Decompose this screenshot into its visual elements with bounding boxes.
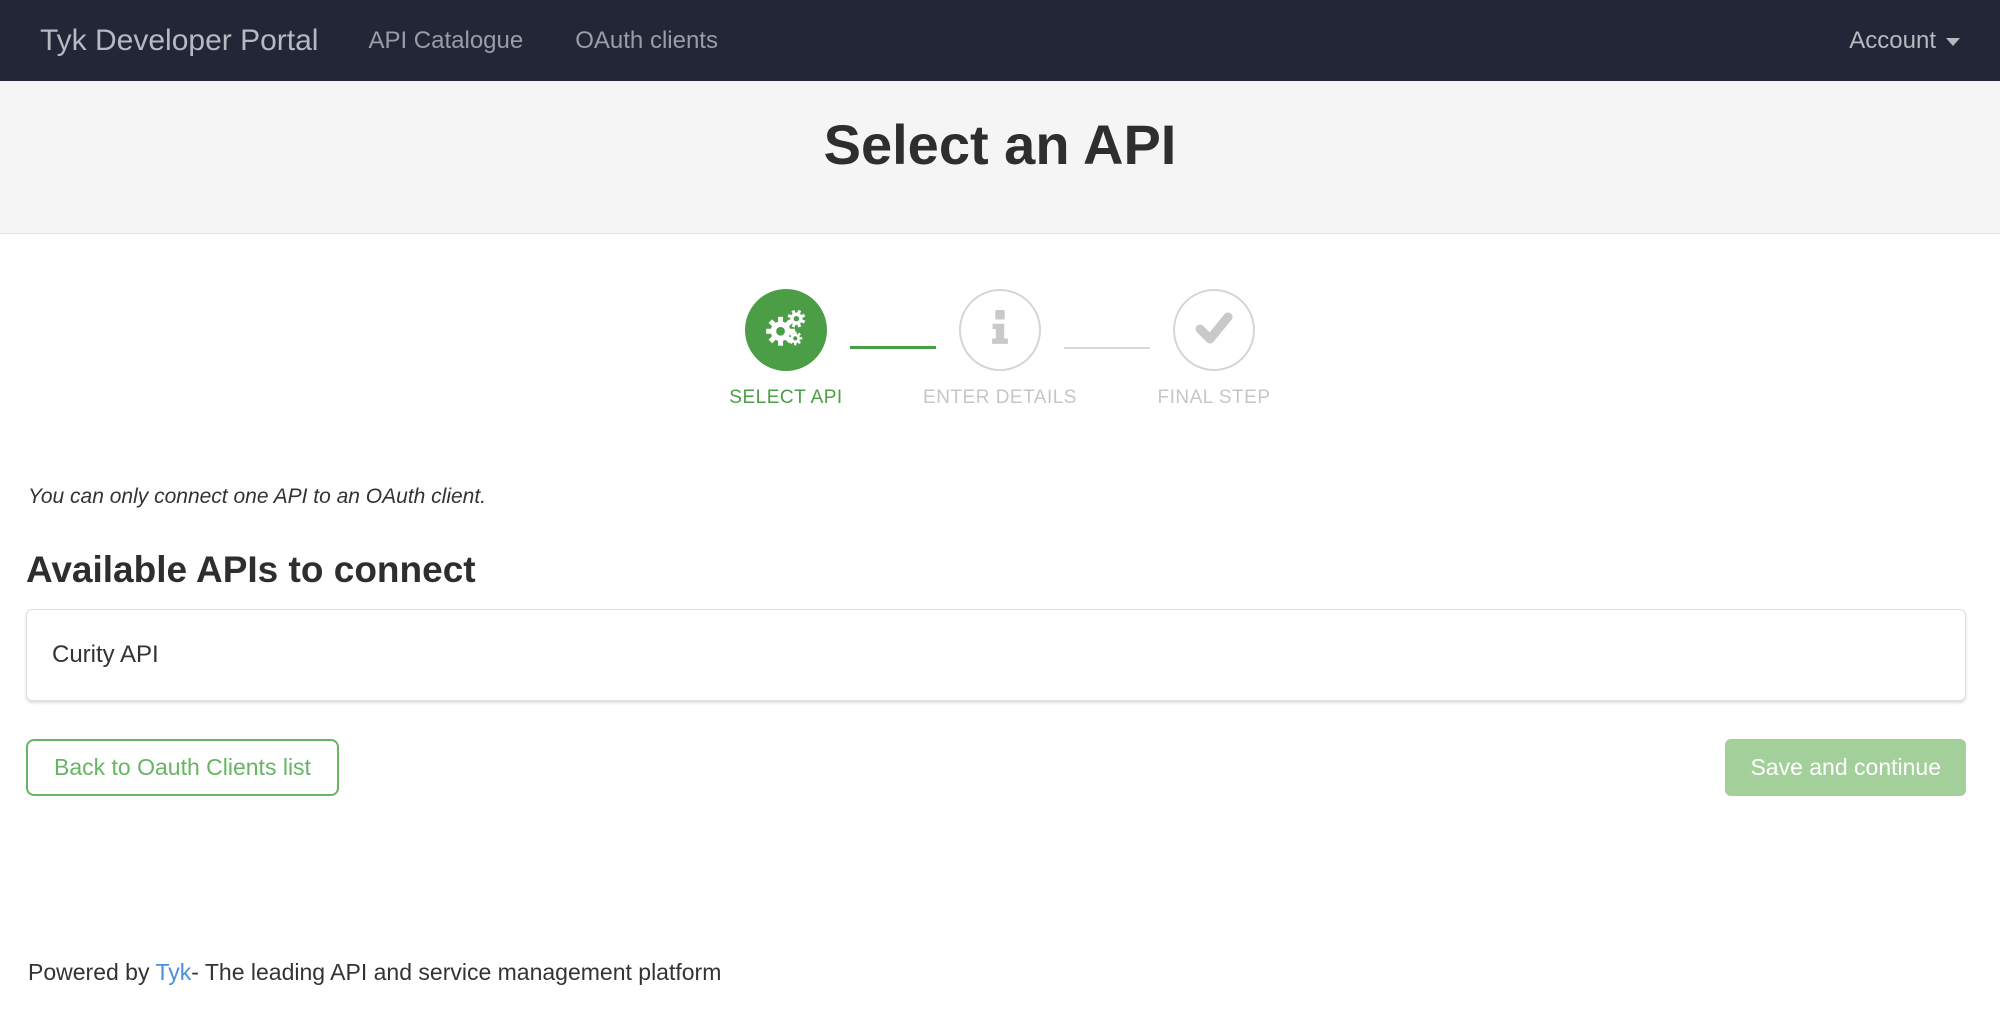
step-circle-final-step — [1173, 289, 1255, 371]
tyk-link[interactable]: Tyk — [155, 959, 191, 985]
footer-suffix: - The leading API and service management… — [191, 959, 721, 985]
available-apis-heading: Available APIs to connect — [26, 549, 1966, 591]
save-and-continue-button[interactable]: Save and continue — [1725, 739, 1966, 796]
step-label-final-step: FINAL STEP — [1157, 387, 1270, 409]
step-circle-select-api — [745, 289, 827, 371]
check-icon — [1193, 311, 1235, 350]
navbar: Tyk Developer Portal API Catalogue OAuth… — [0, 0, 2000, 81]
page-header: Select an API — [0, 81, 2000, 234]
main-content: You can only connect one API to an OAuth… — [0, 409, 2000, 796]
step-final-step: FINAL STEP — [1132, 289, 1296, 409]
api-name: Curity API — [52, 641, 159, 669]
step-enter-details: ENTER DETAILS — [918, 289, 1082, 409]
account-menu[interactable]: Account — [1849, 27, 1960, 55]
step-circle-enter-details — [959, 289, 1041, 371]
step-select-api: SELECT API — [704, 289, 868, 409]
step-label-select-api: SELECT API — [729, 387, 842, 409]
wizard-stepper: SELECT API ENTER DETAILS FINAL STEP — [0, 289, 2000, 409]
actions-row: Back to Oauth Clients list Save and cont… — [26, 739, 1966, 796]
nav-item-oauth-clients[interactable]: OAuth clients — [575, 27, 718, 55]
brand-link[interactable]: Tyk Developer Portal — [40, 24, 318, 58]
nav-links: API Catalogue OAuth clients — [368, 27, 718, 55]
cogs-icon — [762, 304, 810, 357]
step-label-enter-details: ENTER DETAILS — [923, 387, 1077, 409]
chevron-down-icon — [1946, 38, 1960, 46]
footer: Powered by Tyk- The leading API and serv… — [0, 959, 2000, 1024]
info-icon — [987, 309, 1013, 352]
account-label: Account — [1849, 27, 1936, 55]
footer-prefix: Powered by — [28, 959, 155, 985]
connect-note: You can only connect one API to an OAuth… — [28, 485, 1966, 509]
back-to-oauth-clients-button[interactable]: Back to Oauth Clients list — [26, 739, 339, 796]
api-list-item-curity[interactable]: Curity API — [26, 609, 1966, 701]
nav-item-api-catalogue[interactable]: API Catalogue — [368, 27, 523, 55]
page-title: Select an API — [0, 117, 2000, 173]
